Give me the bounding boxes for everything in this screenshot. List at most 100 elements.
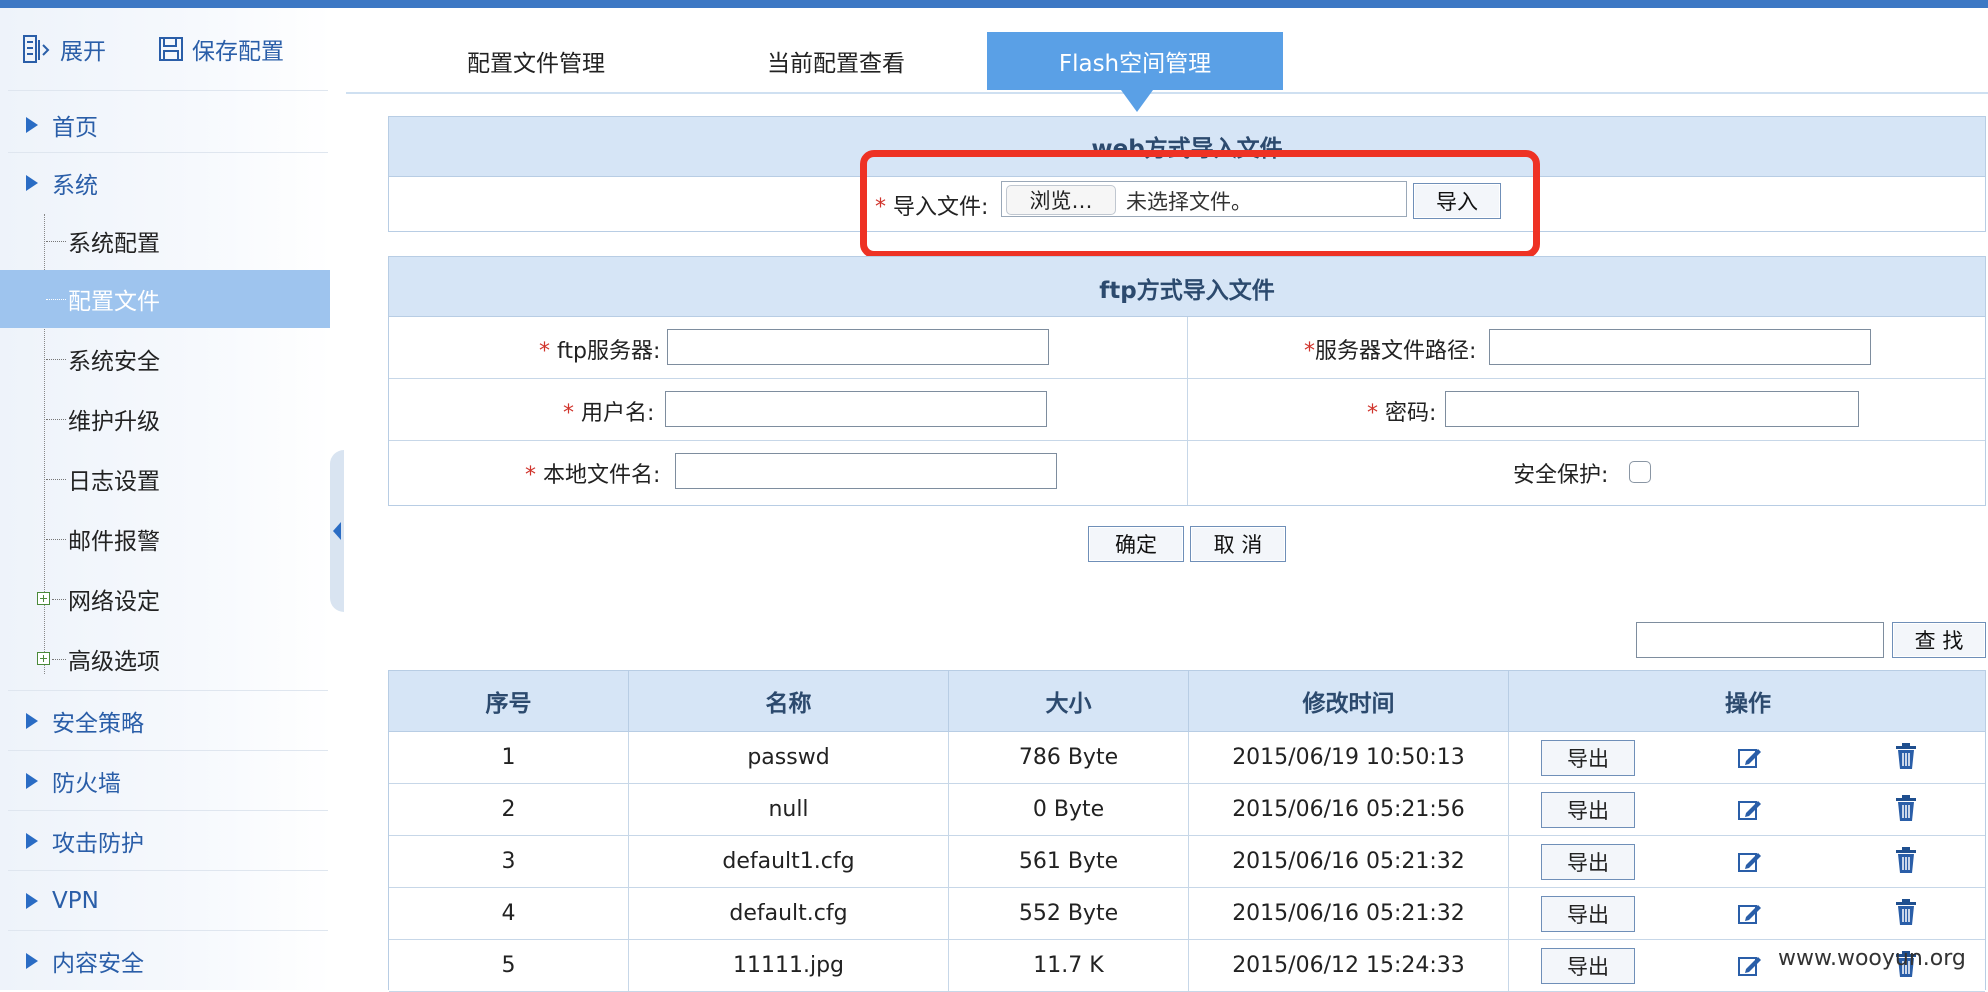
table-row: 2 null 0 Byte 2015/06/16 05:21:56 导出 [389,784,1985,836]
sidebar-item-label: 配置文件 [68,289,160,315]
cell-modified: 2015/06/12 15:24:33 [1189,940,1509,991]
ftp-row-local: * 本地文件名: 安全保护: [389,441,1985,503]
password-label: * 密码: [1367,395,1436,427]
column-header-size: 大小 [949,671,1189,731]
sidebar-item-label: 高级选项 [68,649,160,675]
table-row: 1 passwd 786 Byte 2015/06/19 10:50:13 导出 [389,732,1985,784]
export-button[interactable]: 导出 [1541,896,1635,932]
local-filename-input[interactable] [675,453,1057,489]
ftp-server-input[interactable] [667,329,1049,365]
search-button[interactable]: 查 找 [1892,622,1986,658]
sidebar-item-system-security[interactable]: 系统安全 [0,330,332,388]
export-button[interactable]: 导出 [1541,844,1635,880]
column-header-name: 名称 [629,671,949,731]
local-filename-label-text: 本地文件名: [536,463,661,488]
server-path-input[interactable] [1489,329,1871,365]
delete-icon[interactable] [1894,742,1918,776]
sidebar-item-label: 内容安全 [52,951,144,977]
sidebar-item-mail-alert[interactable]: 邮件报警 [0,510,332,568]
password-input[interactable] [1445,391,1859,427]
sidebar-item-label: 邮件报警 [68,529,160,555]
divider [8,930,328,931]
tab-config-file-management[interactable]: 配置文件管理 [436,32,636,90]
expand-triangle-icon [26,117,38,133]
watermark: www.wooyun.org [1778,946,1966,971]
expand-button[interactable]: 展开 [22,32,106,66]
cell-name: default.cfg [629,888,949,939]
save-config-button[interactable]: 保存配置 [158,32,284,66]
sidebar-item-system[interactable]: 系统 [0,154,332,212]
username-label-text: 用户名: [574,401,655,426]
tree-expand-icon[interactable] [37,592,50,605]
sidebar-item-advanced[interactable]: 高级选项 [0,630,332,688]
tree-connector [46,298,66,300]
export-button[interactable]: 导出 [1541,792,1635,828]
expand-triangle-icon [26,953,38,969]
sidebar-item-firewall[interactable]: 防火墙 [0,752,332,810]
tab-label: Flash空间管理 [1058,51,1212,77]
ftp-server-label: * ftp服务器: [539,333,660,365]
tree-connector [46,478,66,480]
sidebar-item-network[interactable]: 网络设定 [0,570,332,628]
sidebar-item-home[interactable]: 首页 [0,96,332,154]
confirm-button[interactable]: 确定 [1088,526,1184,562]
tree-connector [46,358,66,360]
sidebar-item-log-settings[interactable]: 日志设置 [0,450,332,508]
delete-icon[interactable] [1894,898,1918,932]
tab-current-config-view[interactable]: 当前配置查看 [736,32,936,90]
table-row: 3 default1.cfg 561 Byte 2015/06/16 05:21… [389,836,1985,888]
export-button[interactable]: 导出 [1541,948,1635,984]
expand-triangle-icon [26,773,38,789]
server-path-label: *服务器文件路径: [1304,333,1476,365]
table-row: 4 default.cfg 552 Byte 2015/06/16 05:21:… [389,888,1985,940]
sidebar-item-label: 系统安全 [68,349,160,375]
security-protection-checkbox[interactable] [1629,461,1651,483]
highlight-annotation-box [860,150,1540,258]
tree-connector [46,240,66,242]
username-input[interactable] [665,391,1047,427]
edit-icon[interactable] [1737,796,1763,828]
search-input[interactable] [1636,622,1884,658]
sidebar-item-security-policy[interactable]: 安全策略 [0,692,332,750]
tree-connector [46,538,66,540]
cell-index: 5 [389,940,629,991]
sidebar-item-label: 日志设置 [68,469,160,495]
delete-icon[interactable] [1894,846,1918,880]
sidebar-item-label: 网络设定 [68,589,160,615]
edit-icon[interactable] [1737,952,1763,984]
edit-icon[interactable] [1737,744,1763,776]
cell-modified: 2015/06/19 10:50:13 [1189,732,1509,783]
tree-connector [52,658,66,660]
sidebar-item-system-config[interactable]: 系统配置 [0,212,332,270]
sidebar-item-label: 维护升级 [68,409,160,435]
edit-icon[interactable] [1737,848,1763,880]
tab-bar: 配置文件管理 当前配置查看 Flash空间管理 [346,8,1988,112]
table-row: 5 11111.jpg 11.7 K 2015/06/12 15:24:33 导… [389,940,1985,992]
tab-flash-space-management[interactable]: Flash空间管理 [987,32,1283,112]
local-filename-label: * 本地文件名: [525,457,660,489]
tree-expand-icon[interactable] [37,652,50,665]
table-header: 序号 名称 大小 修改时间 操作 [389,670,1985,732]
cell-index: 3 [389,836,629,887]
delete-icon[interactable] [1894,794,1918,828]
sidebar-item-maintenance[interactable]: 维护升级 [0,390,332,448]
required-mark: * [525,463,536,488]
divider [8,810,328,811]
required-mark: * [1367,401,1378,426]
sidebar-item-content-security[interactable]: 内容安全 [0,932,332,990]
sidebar-collapse-handle[interactable] [330,450,344,612]
sidebar: 展开 保存配置 首页 系统 系统配置 配置文件 系统安全 维护升级 日志设置 邮… [0,8,332,990]
edit-icon[interactable] [1737,900,1763,932]
sidebar-item-attack-defense[interactable]: 攻击防护 [0,812,332,870]
sidebar-item-vpn[interactable]: VPN [0,872,332,930]
cell-name: default1.cfg [629,836,949,887]
ftp-import-title: ftp方式导入文件 [1099,278,1275,304]
export-button[interactable]: 导出 [1541,740,1635,776]
tree-connector [52,598,66,600]
server-path-label-text: 服务器文件路径: [1315,339,1477,364]
sidebar-item-config-file[interactable]: 配置文件 [0,270,330,328]
cancel-button[interactable]: 取 消 [1190,526,1286,562]
ftp-form: * ftp服务器: *服务器文件路径: * 用户名: * 密码: * 本地文件名… [389,317,1985,505]
top-accent-bar [0,0,1988,8]
divider [8,152,328,153]
